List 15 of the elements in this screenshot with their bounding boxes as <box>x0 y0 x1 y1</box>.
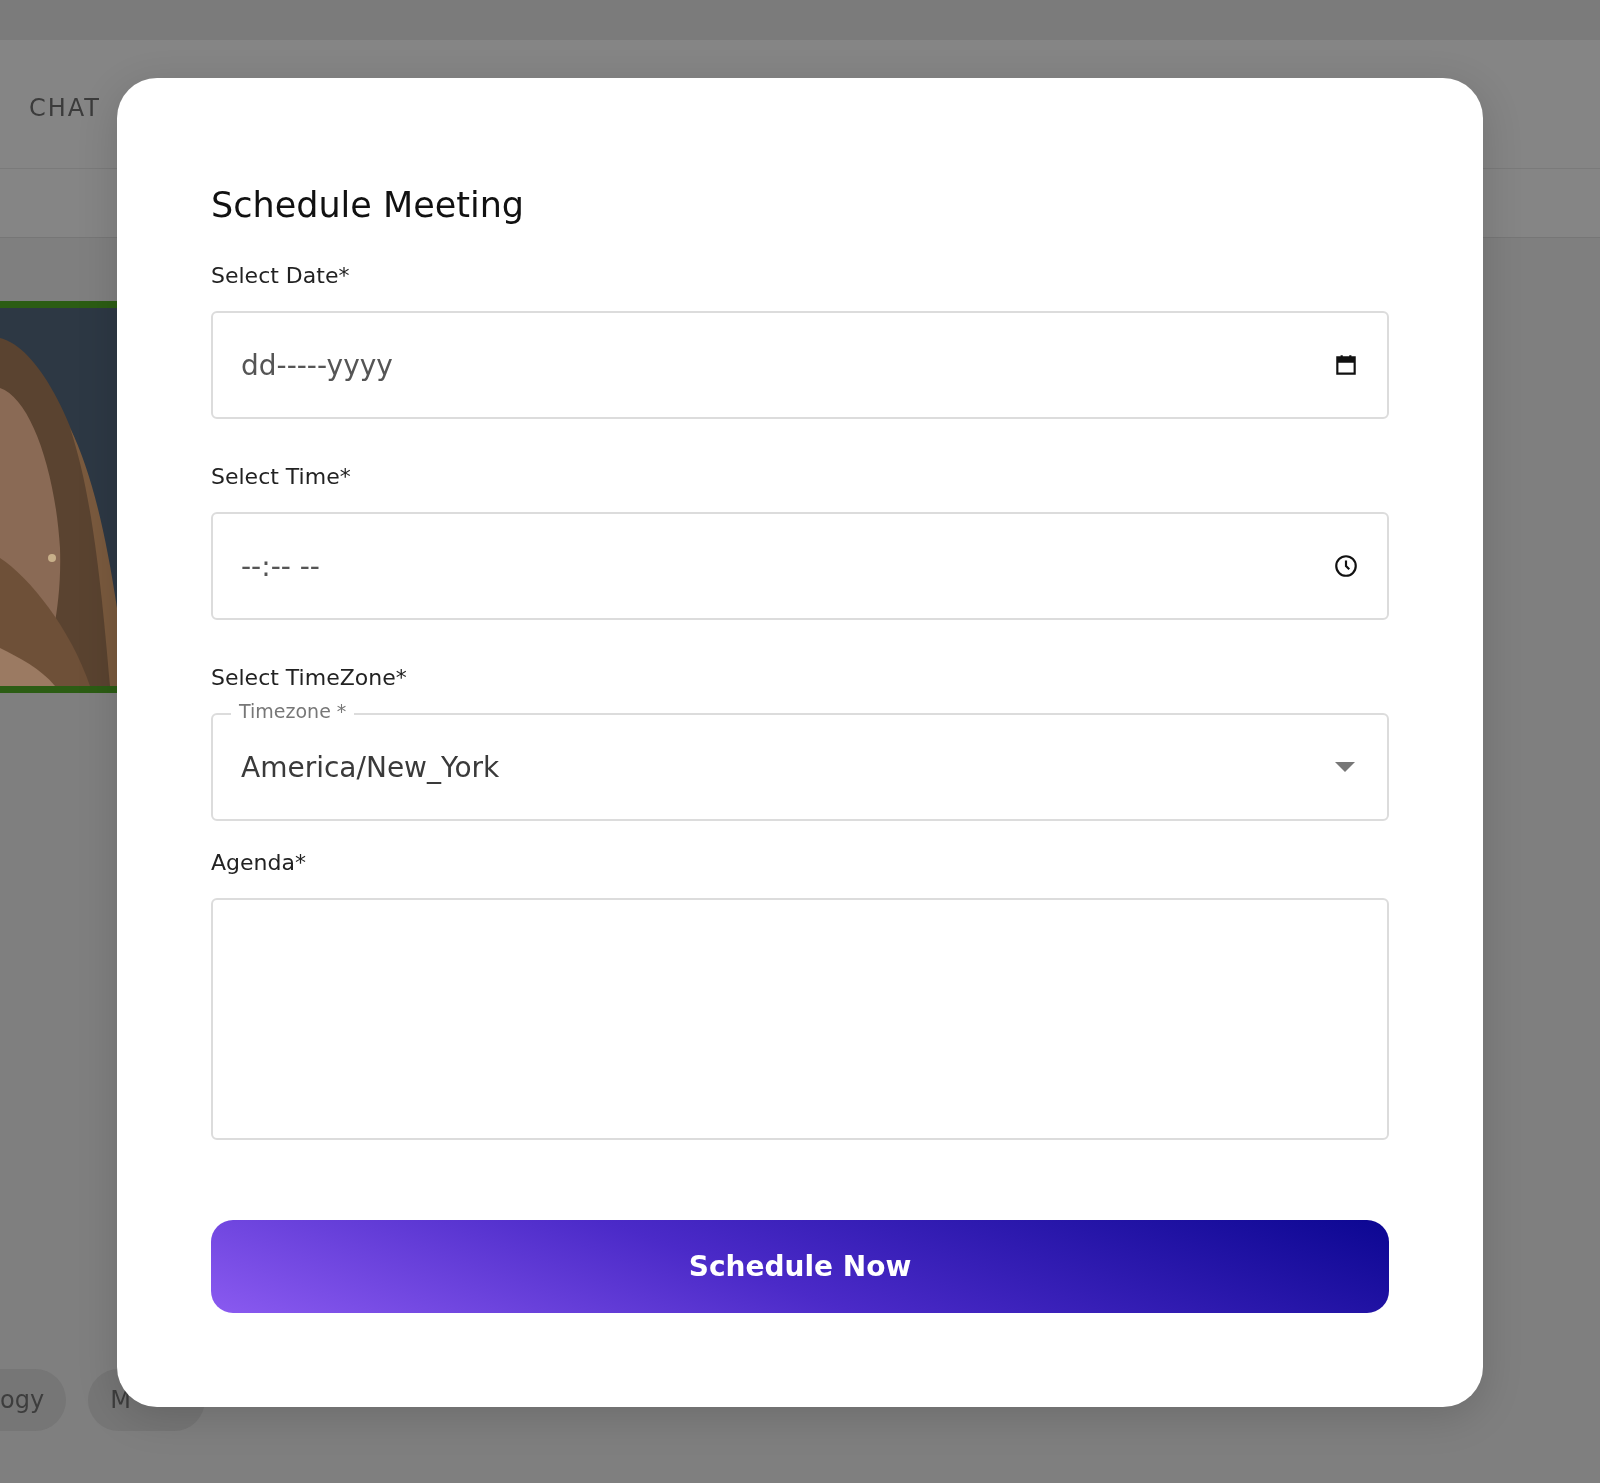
placeholder-text: dd-----yyyy <box>241 348 394 382</box>
select-value: America/New_York <box>241 750 501 784</box>
time-field[interactable]: --:-- -- <box>211 512 1389 620</box>
field-label: Agenda* <box>211 849 307 877</box>
agenda-field[interactable] <box>211 898 1389 1140</box>
date-field[interactable]: dd-----yyyy <box>211 311 1389 419</box>
clock-icon[interactable] <box>1333 553 1359 579</box>
placeholder-text: --:-- -- <box>241 549 321 583</box>
field-label: Select Time* <box>211 463 352 491</box>
field-label: Select Date* <box>211 262 351 290</box>
schedule-button[interactable]: Schedule Now <box>211 1220 1389 1313</box>
caret-icon[interactable] <box>1335 762 1355 772</box>
field-label: Select TimeZone* <box>211 664 408 692</box>
dialog-title: Schedule Meeting <box>211 185 526 225</box>
calendar-icon[interactable] <box>1333 352 1359 378</box>
